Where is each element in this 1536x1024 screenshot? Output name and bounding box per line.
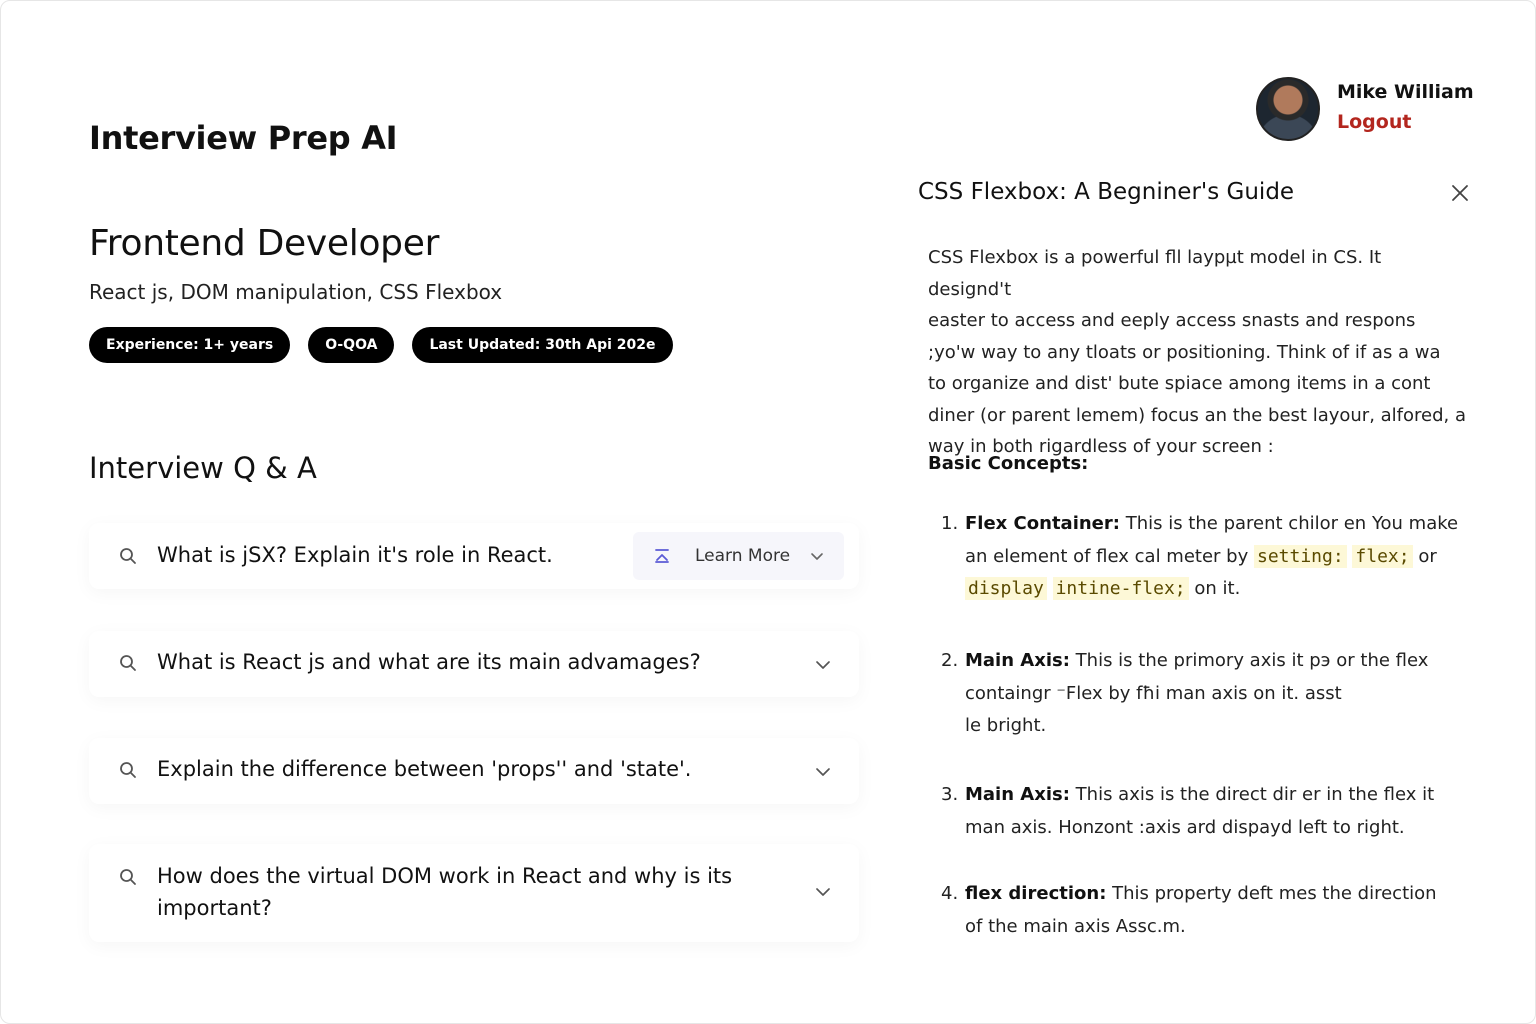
concept-text: This is the parent chilor en You make (1125, 513, 1459, 534)
panel-intro: CSS Flexbox is a powerful fll laypµt mod… (928, 242, 1468, 463)
question-text: What is jSX? Explain it's role in React. (157, 543, 553, 567)
question-line: important? (157, 896, 272, 920)
chevron-down-icon (811, 553, 823, 560)
question-text: How does the virtual DOM work in React a… (157, 860, 732, 924)
chevron-down-icon[interactable] (814, 883, 832, 901)
concept-term: flex direction: (965, 883, 1107, 904)
concept-item: 3. Main Axis: This axis is the direct di… (941, 779, 1461, 844)
intro-line: diner (or parent lemem) focus an the bes… (928, 404, 1467, 426)
app-title: Interview Prep AI (89, 119, 398, 157)
question-card[interactable]: Explain the difference between 'props'' … (89, 738, 859, 804)
panel-title: CSS Flexbox: A Begniner's Guide (918, 179, 1295, 205)
concept-number: 3. (941, 784, 959, 805)
user-profile: Mike William Logout (1256, 77, 1474, 141)
concept-text: of the main axis Assc.m. (965, 915, 1186, 937)
user-name: Mike William (1337, 81, 1474, 103)
intro-line: to organize and dist' bute spiace among … (928, 373, 1431, 394)
concept-text: an element of flex cal meter by (965, 545, 1249, 567)
role-title: Frontend Developer (89, 223, 440, 264)
search-icon (120, 655, 136, 671)
role-topics: React js, DOM manipulation, CSS Flexbox (89, 280, 503, 304)
learn-more-button[interactable]: Learn More (633, 532, 844, 580)
concept-term: Main Axis: (965, 784, 1070, 805)
concept-number: 1. (941, 513, 959, 534)
code-snippet: intine-flex; (1052, 577, 1189, 600)
logout-button[interactable]: Logout (1337, 111, 1474, 133)
chevron-down-icon[interactable] (814, 763, 832, 781)
concept-item: 1. Flex Container: This is the parent ch… (941, 508, 1461, 606)
chevron-down-icon[interactable] (814, 656, 832, 674)
last-updated-badge: Last Updated: 30th Api 202e (412, 327, 673, 363)
intro-line: ;yo'w way to any tloats or positioning. … (928, 341, 1441, 363)
qa-heading: Interview Q & A (89, 451, 317, 485)
concept-text: le bright. (965, 715, 1047, 736)
concept-text: This axis is the direct dir er in the fl… (1075, 784, 1435, 805)
search-icon (120, 548, 136, 564)
concept-text: on it. (1194, 578, 1241, 599)
experience-badge: Experience: 1+ years (89, 327, 291, 363)
intro-line: easter to access and eeply access snasts… (928, 310, 1416, 331)
concept-term: Flex Container: (965, 513, 1120, 534)
question-line: How does the virtual DOM work in React a… (157, 864, 733, 888)
avatar (1256, 77, 1320, 141)
question-card[interactable]: How does the virtual DOM work in React a… (89, 844, 859, 942)
close-icon[interactable] (1450, 183, 1470, 203)
question-text: Explain the difference between 'props'' … (157, 757, 692, 781)
code-snippet: flex; (1352, 544, 1413, 568)
concept-text: This property deft mes the direction (1112, 883, 1437, 904)
concept-text: This is the primory axis it pэ or the fl… (1075, 650, 1429, 671)
concept-number: 4. (941, 883, 959, 904)
concept-number: 2. (941, 650, 959, 671)
code-snippet: display (965, 577, 1047, 600)
session-tags: Experience: 1+ years O-QOA Last Updated:… (89, 327, 673, 363)
collapse-icon (655, 549, 669, 563)
app-window: Interview Prep AI Mike William Logout Fr… (0, 0, 1536, 1024)
learn-more-label: Learn More (695, 546, 791, 566)
code-snippet: setting: (1253, 544, 1347, 568)
intro-line: CSS Flexbox is a powerful fll laypµt mod… (928, 247, 1382, 300)
question-text: What is React js and what are its main a… (157, 650, 701, 674)
concept-text: man axis. Honzont :axis ard dispayd left… (965, 816, 1405, 838)
concept-term: Main Axis: (965, 650, 1070, 671)
search-icon (120, 869, 136, 885)
section-heading: Basic Concepts: (928, 453, 1089, 474)
search-icon (120, 762, 136, 778)
concept-text: or (1418, 545, 1437, 567)
concept-text: containgr ⁻Flex by fħi man axis on it. a… (965, 682, 1342, 704)
concept-item: 4. flex direction: This property deft me… (941, 878, 1461, 943)
question-card[interactable]: What is React js and what are its main a… (89, 631, 859, 697)
qa-count-badge: O-QOA (308, 327, 395, 363)
concept-item: 2. Main Axis: This is the primory axis i… (941, 645, 1461, 743)
